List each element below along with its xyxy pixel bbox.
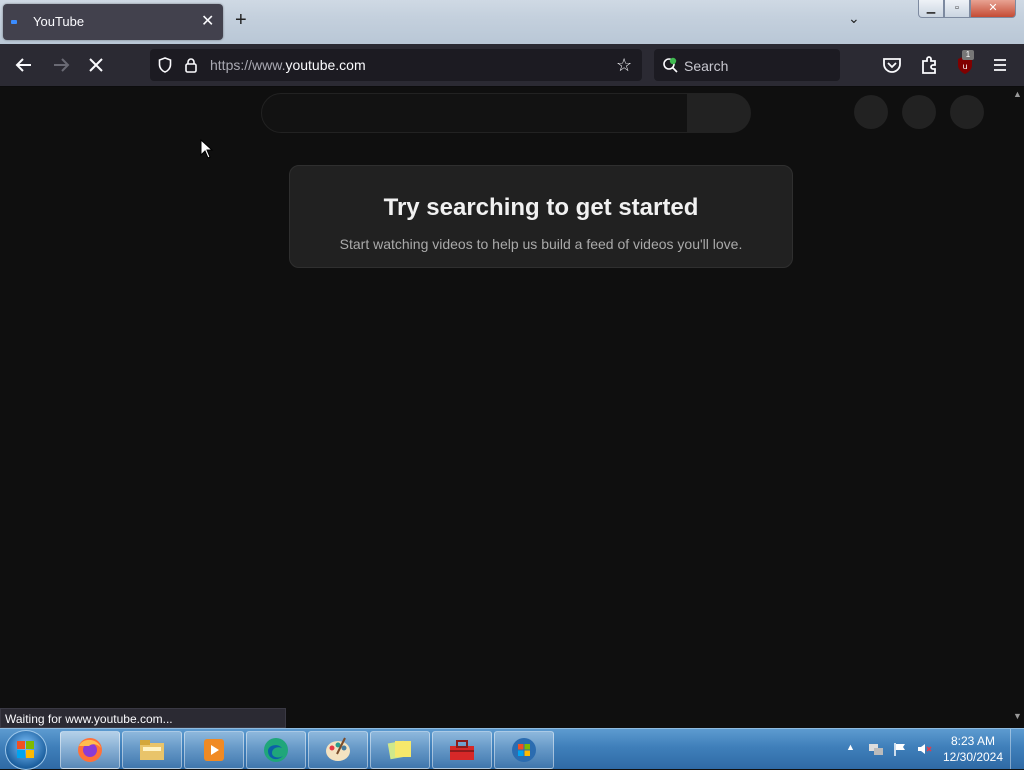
- search-placeholder: Search: [684, 58, 729, 74]
- paint-icon: [326, 737, 350, 761]
- taskbar-sticky-notes-button[interactable]: [370, 731, 430, 769]
- search-bar[interactable]: Search: [654, 49, 840, 81]
- page-scrollbar[interactable]: ▲ ▼: [1010, 87, 1024, 728]
- clock-time: 8:23 AM: [950, 734, 996, 748]
- tab-close-icon[interactable]: ✕: [201, 11, 214, 31]
- edge-icon: [264, 738, 288, 762]
- forward-button[interactable]: [49, 53, 73, 77]
- prompt-subtext: Start watching videos to help us build a…: [339, 236, 743, 252]
- stop-loading-button[interactable]: [84, 53, 108, 77]
- start-button[interactable]: [5, 730, 47, 770]
- lock-icon[interactable]: [184, 57, 198, 73]
- taskbar-edge-button[interactable]: [246, 731, 306, 769]
- youtube-search-button[interactable]: [687, 93, 751, 133]
- file-explorer-icon: [140, 740, 164, 760]
- taskbar-paint-button[interactable]: [308, 731, 368, 769]
- title-bar: YouTube ✕ + ⌄ ▁ ▫ ✕: [0, 0, 1024, 44]
- system-tray: ▲ 8:23 AM 12/30/2024: [840, 729, 1024, 769]
- youtube-page: Try searching to get started Start watch…: [0, 87, 1010, 728]
- action-center-flag-icon[interactable]: [892, 741, 908, 757]
- placeholder-circle-icon[interactable]: [854, 95, 888, 129]
- address-bar[interactable]: https://www.youtube.com ☆: [150, 49, 642, 81]
- status-panel: Waiting for www.youtube.com...: [0, 708, 286, 728]
- search-engine-icon: [663, 57, 678, 73]
- firefox-icon: [78, 738, 102, 762]
- youtube-favicon-icon: [11, 20, 17, 24]
- mouse-pointer-icon: [200, 139, 214, 159]
- extensions-button[interactable]: [917, 53, 941, 77]
- extension-badge: 1: [962, 50, 974, 60]
- system-clock[interactable]: 8:23 AM 12/30/2024: [936, 733, 1010, 765]
- windows-update-icon: [512, 738, 536, 762]
- hamburger-menu-icon: [994, 59, 1006, 71]
- stop-x-icon: [89, 58, 103, 72]
- sticky-notes-icon: [387, 740, 411, 760]
- shield-icon[interactable]: [158, 57, 172, 73]
- empty-feed-prompt-card: Try searching to get started Start watch…: [289, 165, 793, 268]
- pocket-button[interactable]: [880, 53, 904, 77]
- show-desktop-button[interactable]: [1010, 729, 1024, 769]
- app-menu-button[interactable]: [988, 53, 1012, 77]
- placeholder-circle-icon[interactable]: [950, 95, 984, 129]
- taskbar-file-explorer-button[interactable]: [122, 731, 182, 769]
- taskbar-windows-button[interactable]: [494, 731, 554, 769]
- ublock-origin-button[interactable]: u 1: [953, 50, 977, 77]
- puzzle-piece-icon: [922, 56, 936, 74]
- prompt-heading: Try searching to get started: [383, 194, 699, 221]
- taskbar-toolbox-button[interactable]: [432, 731, 492, 769]
- taskbar-media-player-button[interactable]: [184, 731, 244, 769]
- close-window-button[interactable]: ✕: [970, 0, 1016, 18]
- media-player-icon: [204, 739, 224, 761]
- network-icon[interactable]: [868, 741, 884, 757]
- back-arrow-icon: [15, 58, 31, 72]
- youtube-search-input[interactable]: [261, 93, 689, 133]
- show-hidden-icons-arrow-icon[interactable]: ▲: [846, 742, 855, 752]
- toolbox-icon: [450, 740, 474, 760]
- clock-date: 12/30/2024: [942, 750, 1004, 764]
- forward-arrow-icon: [54, 58, 70, 72]
- scroll-down-arrow-icon[interactable]: ▼: [1013, 711, 1022, 721]
- tab-title: YouTube: [33, 14, 85, 29]
- scroll-up-arrow-icon[interactable]: ▲: [1013, 89, 1022, 99]
- navigation-toolbar: https://www.youtube.com ☆ Search u 1: [0, 44, 1024, 87]
- url-prefix: https://www.: [210, 57, 286, 73]
- volume-muted-icon[interactable]: [916, 741, 932, 757]
- placeholder-circle-icon[interactable]: [902, 95, 936, 129]
- pocket-icon: [883, 58, 901, 73]
- url-text[interactable]: https://www.youtube.com: [210, 57, 366, 73]
- back-button[interactable]: [12, 53, 36, 77]
- taskbar: ▲ 8:23 AM 12/30/2024: [0, 728, 1024, 770]
- list-all-tabs-chevron-down-icon[interactable]: ⌄: [848, 10, 860, 27]
- window-controls: ▁ ▫ ✕: [918, 0, 1016, 18]
- windows-flag-icon: [17, 741, 34, 758]
- restore-button[interactable]: ▫: [944, 0, 970, 18]
- taskbar-firefox-button[interactable]: [60, 731, 120, 769]
- new-tab-button[interactable]: +: [235, 9, 247, 32]
- minimize-button[interactable]: ▁: [918, 0, 944, 18]
- bookmark-star-icon[interactable]: ☆: [616, 55, 632, 76]
- tab-youtube[interactable]: YouTube ✕: [3, 4, 223, 40]
- url-domain: youtube.com: [285, 57, 366, 73]
- svg-text:u: u: [962, 62, 967, 71]
